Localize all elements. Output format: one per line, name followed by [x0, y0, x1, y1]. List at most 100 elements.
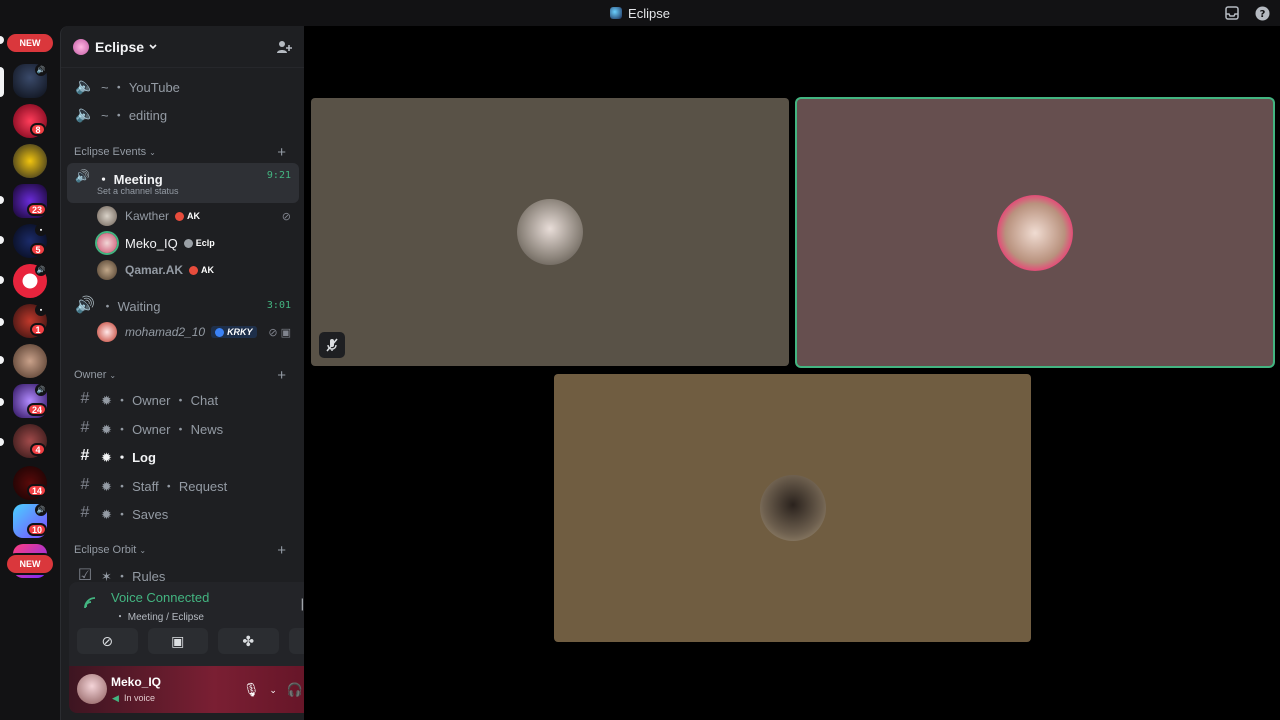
video-tile[interactable] [554, 374, 1031, 642]
invite-icon[interactable] [276, 39, 292, 55]
voice-user[interactable]: Meko_IQ Eclp [97, 231, 297, 255]
server-icon-3[interactable] [13, 144, 47, 178]
mention-badge: 23 [27, 203, 48, 216]
hashtag-icon: # [80, 419, 90, 436]
unread-pill [0, 196, 4, 204]
chevron-down-icon: ⌄ [149, 147, 156, 157]
text-channel-staff-request[interactable]: # ✹ ・ Staff ・ Request [67, 472, 299, 498]
server-rail: NEW 🔊 8 23 ▪ 5 🔊 ▪ 1 🔊 24 4 14 🔊 10 NEW [0, 26, 60, 720]
video-tile-speaking[interactable] [797, 99, 1273, 366]
channel-status[interactable]: Set a channel status [97, 186, 179, 196]
camera-off-icon: ⊘ [101, 632, 114, 649]
text-channel-saves[interactable]: # ✹ ・ Saves [67, 500, 299, 526]
category-owner[interactable]: Owner ⌄ + [74, 366, 294, 384]
mention-badge: 14 [27, 484, 48, 497]
help-icon[interactable]: ? [1254, 5, 1270, 21]
voice-icon: 🔊 [35, 264, 47, 276]
unread-pill [0, 356, 4, 364]
muted-speaker-icon: 🔈 [75, 78, 95, 95]
voice-channel-meeting[interactable]: 🔊 ・ Meeting Set a channel status 9:21 [67, 163, 299, 203]
guild-name: Eclipse [95, 38, 145, 55]
participant-avatar [997, 194, 1073, 271]
text-channel-log[interactable]: # ✹ ・ Log [67, 443, 299, 469]
channel-timer: 3:01 [266, 299, 291, 311]
avatar [97, 322, 117, 342]
add-channel-icon[interactable]: + [277, 367, 286, 384]
stream-icon: ▪ [35, 224, 47, 236]
server-tag: KRKY [211, 326, 257, 338]
mic-muted-icon [326, 338, 338, 352]
microphone-icon[interactable]: 🎙 [243, 682, 260, 698]
category-eclipse-orbit[interactable]: Eclipse Orbit ⌄ + [74, 541, 294, 559]
unread-pill [0, 438, 4, 446]
add-channel-icon[interactable]: + [277, 144, 286, 161]
unread-pill [0, 236, 4, 244]
server-icon [610, 7, 623, 19]
inbox-icon[interactable] [1224, 5, 1240, 21]
headphones-icon[interactable]: 🎧 [287, 682, 303, 698]
muted-icon: ⊘ ▣ [268, 326, 291, 339]
voice-channel-editing[interactable]: 🔈 ~ ・ editing [67, 101, 299, 127]
new-badge: NEW [7, 555, 53, 573]
title-bar: Eclipse ? [0, 0, 1280, 26]
speaker-icon: 🔊 [75, 169, 90, 183]
screen-share-button[interactable]: ▣ [147, 628, 208, 654]
avatar [97, 233, 117, 253]
unread-pill [0, 276, 4, 284]
speaker-small-icon: ◀ [112, 693, 119, 703]
voice-user[interactable]: Qamar.AK AK [97, 258, 297, 282]
activities-icon: ✤ [242, 632, 255, 649]
mention-badge: 4 [30, 443, 46, 456]
voice-status-title: Voice Connected [111, 590, 210, 605]
svg-text:?: ? [1259, 9, 1265, 20]
voice-active-icon: 🔊 [35, 64, 47, 76]
mention-badge: 24 [27, 403, 48, 416]
user-name[interactable]: Meko_IQ [111, 675, 161, 689]
chevron-down-icon: ⌄ [109, 370, 117, 380]
voice-channel-youtube[interactable]: 🔈 ~ ・ YouTube [67, 73, 299, 99]
server-icon-8[interactable] [13, 344, 47, 378]
activities-button[interactable]: ✤ [218, 628, 279, 654]
user-avatar[interactable] [77, 674, 107, 704]
selected-pill [0, 67, 4, 97]
hashtag-icon: # [80, 447, 90, 464]
speaker-icon: 🔊 [75, 297, 95, 314]
text-channel-owner-news[interactable]: # ✹ ・ Owner ・ News [67, 415, 299, 441]
unread-pill [0, 318, 4, 326]
muted-icon: ⊘ [281, 210, 291, 223]
add-channel-icon[interactable]: + [277, 542, 286, 559]
channel-timer: 9:21 [266, 170, 291, 181]
video-tile[interactable] [311, 98, 789, 366]
chevron-down-icon[interactable]: ⌄ [269, 685, 277, 696]
user-status: In voice [124, 693, 156, 703]
new-badge: NEW [7, 34, 53, 52]
hashtag-icon: # [80, 504, 90, 521]
server-tag: AK [189, 265, 214, 275]
unread-pill [0, 36, 4, 44]
text-channel-owner-chat[interactable]: # ✹ ・ Owner ・ Chat [67, 386, 299, 412]
avatar [97, 260, 117, 280]
hashtag-icon: # [80, 390, 90, 407]
camera-off-button[interactable]: ⊘ [77, 628, 138, 654]
server-tag: AK [175, 211, 200, 221]
screen-share-icon: ▣ [171, 632, 185, 649]
avatar [97, 206, 117, 226]
chevron-down-icon [149, 43, 157, 49]
category-eclipse-events[interactable]: Eclipse Events ⌄ + [74, 143, 294, 161]
voice-channel-waiting[interactable]: 🔊 ・ Waiting 3:01 [67, 292, 299, 318]
voice-icon: 🔊 [35, 384, 47, 396]
hashtag-icon: # [80, 476, 90, 493]
voice-user[interactable]: Kawther AK ⊘ [97, 204, 297, 228]
participant-avatar [759, 475, 826, 541]
muted-indicator [319, 332, 345, 358]
guild-header[interactable]: Eclipse [61, 26, 304, 68]
stream-icon: ▪ [35, 304, 47, 316]
mention-badge: 8 [30, 123, 46, 136]
participant-avatar [517, 199, 583, 265]
channel-sidebar: Eclipse 🔈 ~ ・ YouTube 🔈 ~ ・ editing Ecli… [60, 26, 359, 720]
signal-icon[interactable] [83, 596, 97, 613]
muted-speaker-icon: 🔈 [75, 106, 95, 123]
voice-user[interactable]: mohamad2_10 KRKY ⊘ ▣ [97, 320, 297, 344]
server-tag: Eclp [183, 238, 215, 248]
voice-status-channel[interactable]: ・ Meeting / Eclipse [115, 608, 204, 623]
